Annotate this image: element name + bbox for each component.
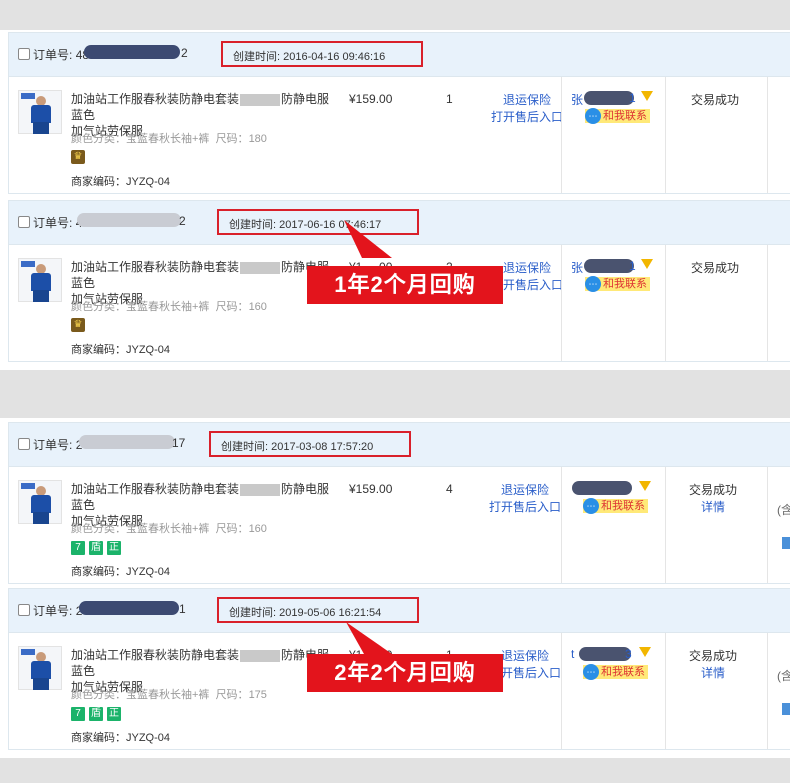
order-number-redacted	[77, 213, 181, 227]
buyer-name-redacted	[579, 647, 631, 661]
merchant-sku: 商家编码：JYZQ-04	[71, 176, 171, 188]
unit-price: ¥159.00	[349, 482, 393, 496]
flag-icon[interactable]	[641, 91, 653, 101]
repurchase-callout: 1年2个月回购	[307, 266, 503, 304]
order-number-label: 订单号: 2	[33, 604, 82, 618]
orders-panel-bottom: 订单号: 2 17 创建时间: 2017-03-08 17:57:20 加油站工…	[0, 418, 790, 758]
chat-icon: ⋯	[583, 498, 599, 514]
order-checkbox[interactable]	[18, 604, 30, 616]
contact-button[interactable]: ⋯ 和我联系	[585, 108, 650, 124]
product-attributes: 颜色分类：宝蓝春秋长袖+裤 尺码：160	[71, 301, 267, 313]
product-attributes: 颜色分类：宝蓝春秋长袖+裤 尺码：175	[71, 689, 267, 701]
chat-icon: ⋯	[583, 664, 599, 680]
unit-price: ¥159.00	[349, 92, 393, 106]
orders-panel-top: 订单号: 48 2 创建时间: 2016-04-16 09:46:16 加油站工…	[0, 30, 790, 370]
aftersale-link[interactable]: 打开售后入口	[485, 499, 565, 516]
refund-insurance-link[interactable]: 退运保险	[487, 92, 567, 109]
service-badges: 7盾正	[71, 705, 125, 721]
product-thumbnail[interactable]	[18, 258, 62, 302]
order-checkbox[interactable]	[18, 216, 30, 228]
order-number-redacted	[79, 601, 179, 615]
detail-link[interactable]: 详情	[673, 665, 753, 682]
order-number-redacted	[84, 45, 180, 59]
service-badges: 7盾正	[71, 539, 125, 555]
chat-icon: ⋯	[585, 108, 601, 124]
buyer-name-redacted	[584, 91, 634, 105]
product-attributes: 颜色分类：宝蓝春秋长袖+裤 尺码：180	[71, 133, 267, 145]
order-checkbox[interactable]	[18, 48, 30, 60]
buyer-name-end[interactable]: 3	[625, 647, 632, 661]
trade-status: 交易成功 详情	[673, 482, 753, 516]
price-note-partial: (含	[777, 669, 790, 683]
refund-insurance-link[interactable]: 退运保险	[485, 482, 565, 499]
merchant-sku: 商家编码：JYZQ-04	[71, 732, 171, 744]
quantity: 4	[446, 482, 453, 496]
order-number-end: 1	[179, 602, 186, 616]
flag-icon[interactable]	[639, 481, 651, 491]
price-note-partial: (含	[777, 503, 790, 517]
buyer-name-redacted	[572, 481, 632, 495]
contact-button[interactable]: ⋯ 和我联系	[585, 276, 650, 292]
contact-button[interactable]: ⋯ 和我联系	[583, 498, 648, 514]
crown-icon: ♛	[71, 150, 85, 164]
order-number-redacted	[79, 435, 175, 449]
order-number-end: 17	[172, 436, 186, 450]
order-number-end: 2	[181, 46, 188, 60]
trade-status: 交易成功 详情	[673, 648, 753, 682]
order-number-label: 订单号: 4	[33, 216, 82, 230]
service-links: 退运保险 打开售后入口	[487, 92, 567, 126]
created-time-highlight: 创建时间: 2016-04-16 09:46:16	[221, 41, 423, 67]
detail-link[interactable]: 详情	[673, 499, 753, 516]
buyer-name-redacted	[584, 259, 634, 273]
buyer-name-start[interactable]: 张	[571, 91, 583, 108]
document-icon[interactable]	[782, 703, 790, 715]
contact-button[interactable]: ⋯ 和我联系	[583, 664, 648, 680]
quantity: 1	[446, 92, 453, 106]
genuine-icon: 正	[107, 707, 121, 721]
order-number-label: 订单号: 48	[33, 48, 90, 62]
order-card: 订单号: 48 2 创建时间: 2016-04-16 09:46:16 加油站工…	[8, 32, 790, 194]
order-header: 订单号: 2 17 创建时间: 2017-03-08 17:57:20	[9, 423, 790, 467]
product-thumbnail[interactable]	[18, 90, 62, 134]
order-checkbox[interactable]	[18, 438, 30, 450]
shield-icon: 盾	[89, 541, 103, 555]
seven-day-return-icon: 7	[71, 707, 85, 721]
genuine-icon: 正	[107, 541, 121, 555]
flag-icon[interactable]	[639, 647, 651, 657]
created-time: 创建时间: 2017-03-08 17:57:20	[221, 441, 374, 453]
service-links: 退运保险 打开售后入口	[485, 482, 565, 516]
callout-pointer	[344, 220, 392, 258]
product-attributes: 颜色分类：宝蓝春秋长袖+裤 尺码：160	[71, 523, 267, 535]
aftersale-link[interactable]: 打开售后入口	[487, 109, 567, 126]
chat-icon: ⋯	[585, 276, 601, 292]
buyer-name-end[interactable]: 1	[629, 259, 636, 273]
order-number-label: 订单号: 2	[33, 438, 82, 452]
created-time-highlight: 创建时间: 2017-03-08 17:57:20	[209, 431, 411, 457]
crown-icon: ♛	[71, 318, 85, 332]
repurchase-callout: 2年2个月回购	[307, 654, 503, 692]
seven-day-return-icon: 7	[71, 541, 85, 555]
flag-icon[interactable]	[641, 259, 653, 269]
buyer-name-start[interactable]: t	[571, 647, 574, 661]
order-card: 订单号: 2 17 创建时间: 2017-03-08 17:57:20 加油站工…	[8, 422, 790, 584]
trade-status: 交易成功	[690, 93, 739, 107]
document-icon[interactable]	[782, 537, 790, 549]
order-header: 订单号: 48 2 创建时间: 2016-04-16 09:46:16	[9, 33, 790, 77]
created-time: 创建时间: 2016-04-16 09:46:16	[233, 51, 386, 63]
trade-status: 交易成功	[690, 261, 739, 275]
product-thumbnail[interactable]	[18, 480, 62, 524]
buyer-name-end[interactable]: 1	[629, 91, 636, 105]
merchant-sku: 商家编码：JYZQ-04	[71, 344, 171, 356]
order-number-end: 2	[179, 214, 186, 228]
product-thumbnail[interactable]	[18, 646, 62, 690]
shield-icon: 盾	[89, 707, 103, 721]
merchant-sku: 商家编码：JYZQ-04	[71, 566, 171, 578]
buyer-name-start[interactable]: 张	[571, 259, 583, 276]
